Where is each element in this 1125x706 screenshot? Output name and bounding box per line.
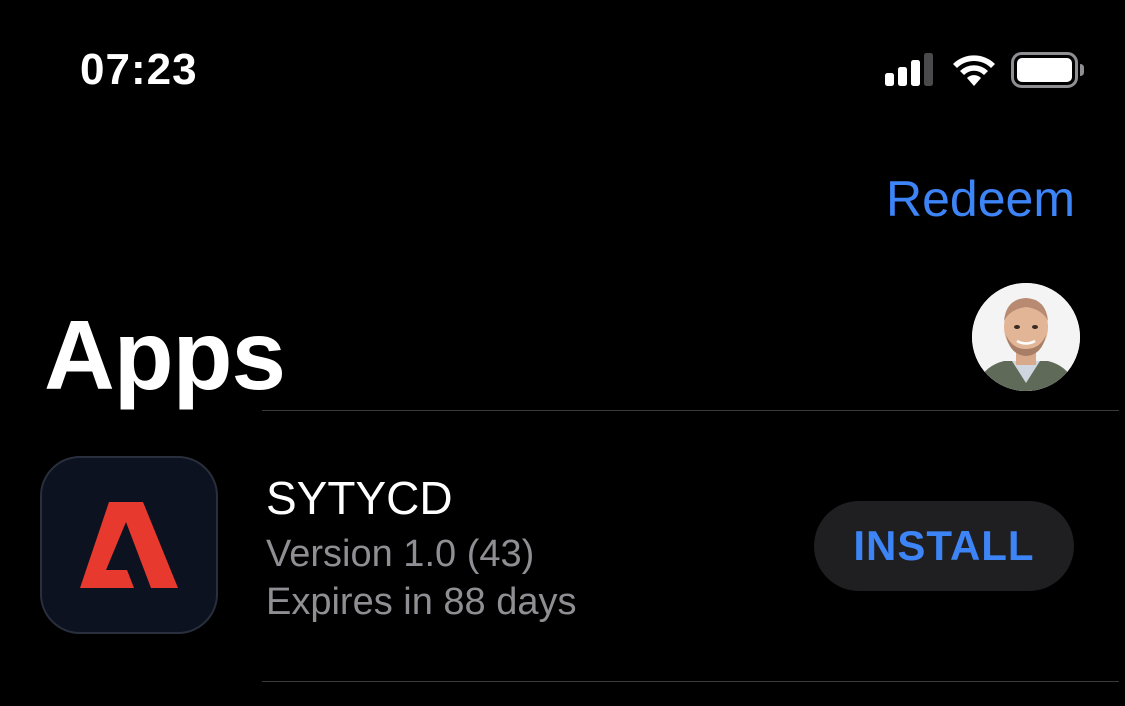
wifi-icon <box>953 55 995 86</box>
battery-icon <box>1011 52 1084 88</box>
row-divider <box>262 681 1119 682</box>
app-name: SYTYCD <box>266 472 453 524</box>
install-button[interactable]: INSTALL <box>814 501 1074 591</box>
status-icons <box>885 50 1085 90</box>
avatar[interactable] <box>972 283 1080 391</box>
app-version: Version 1.0 (43) <box>266 533 535 575</box>
adobe-logo-icon <box>80 502 178 588</box>
page-title: Apps <box>44 300 286 410</box>
redeem-button[interactable]: Redeem <box>886 170 1075 228</box>
status-time: 07:23 <box>80 45 198 94</box>
header-divider <box>262 410 1119 411</box>
app-expires: Expires in 88 days <box>266 581 577 623</box>
app-icon[interactable] <box>40 456 218 634</box>
user-photo-icon <box>972 283 1080 391</box>
cellular-signal-icon <box>885 53 933 86</box>
